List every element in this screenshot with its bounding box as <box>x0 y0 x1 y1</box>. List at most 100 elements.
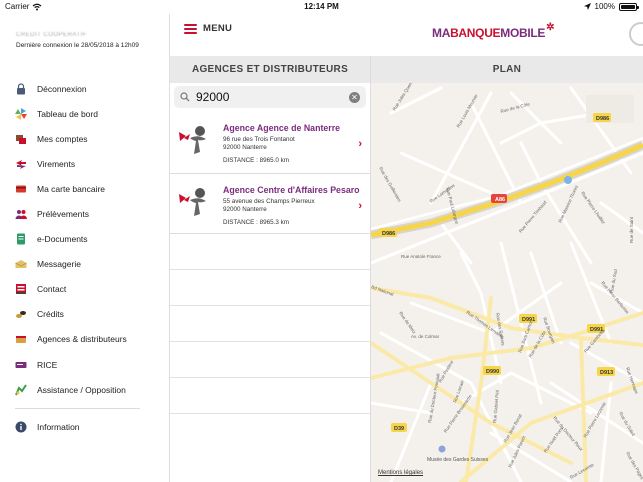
sidebar-item-mes-comptes[interactable]: Mes comptes <box>0 126 169 151</box>
sidebar-item-label: Virements <box>37 158 76 169</box>
legal-link[interactable]: Mentions légales <box>378 470 423 476</box>
agency-distance: DISTANCE : 8965.0 km <box>223 157 290 164</box>
museum-label: Musée des Gardes Suisses <box>427 457 489 463</box>
sidebar: CREDIT COOPERATIF Dernière connexion le … <box>0 14 170 482</box>
top-header: MENU MA BANQUE MOBILE ✲ <box>170 14 643 56</box>
sidebar-item-label: Tableau de bord <box>37 108 98 119</box>
agency-city: 92000 Nanterre <box>223 144 267 151</box>
sidebar-item-label: Mes comptes <box>37 133 88 144</box>
people-icon <box>15 210 27 220</box>
document-icon <box>17 233 25 245</box>
search-field: ✕ <box>174 86 366 108</box>
logo-ma: MA <box>432 26 451 40</box>
last-login: Dernière connexion le 28/05/2018 à 12h09 <box>16 42 139 49</box>
coins-icon <box>16 311 26 319</box>
svg-text:D913: D913 <box>600 370 613 376</box>
agency-address: 55 avenue des Champs Pierreux <box>223 198 315 205</box>
sidebar-item-prelevements[interactable]: Prélèvements <box>0 201 169 226</box>
agency-list-panel: AGENCES ET DISTRIBUTEURS ✕ Agence Agence… <box>170 56 371 482</box>
search-input[interactable] <box>196 90 336 104</box>
logo-star-icon: ✲ <box>546 22 555 33</box>
sidebar-item-contact[interactable]: Contact <box>0 277 169 302</box>
status-bar: Carrier 12:14 PM 100% <box>0 0 643 14</box>
empty-row <box>170 270 370 306</box>
sidebar-item-assistance-opposition[interactable]: Assistance / Opposition <box>0 377 169 402</box>
sidebar-item-label: Assistance / Opposition <box>37 384 126 395</box>
agency-list-item[interactable]: Agence Agence de Nanterre 96 rue des Tro… <box>170 116 370 174</box>
svg-text:Av. de Colmar: Av. de Colmar <box>411 334 440 339</box>
card-icon <box>16 185 26 193</box>
svg-text:D986: D986 <box>596 116 609 122</box>
map-panel-title: PLAN <box>371 56 643 83</box>
agency-name: Agence Centre d'Affaires Pesaro <box>223 185 360 195</box>
sidebar-item-label: Déconnexion <box>37 83 87 94</box>
agency-address: 96 rue des Trois Fontanot <box>223 136 295 143</box>
clear-search-icon[interactable]: ✕ <box>349 91 360 103</box>
map-panel: PLAN D986 A86 D986 D991 D991 D990 D913 D… <box>371 56 643 482</box>
agency-logo-icon <box>179 188 206 216</box>
accounts-icon <box>16 134 26 144</box>
empty-row <box>170 234 370 270</box>
svg-text:D39: D39 <box>394 426 404 432</box>
sidebar-item-information[interactable]: Information <box>0 414 169 439</box>
svg-text:D986: D986 <box>382 231 395 237</box>
info-icon <box>15 421 27 433</box>
partial-circle-button[interactable] <box>629 22 643 46</box>
battery-percent: 100% <box>594 2 615 11</box>
profile-name: CREDIT COOPERATIF <box>16 32 87 38</box>
sidebar-item-virements[interactable]: Virements <box>0 151 169 176</box>
sidebar-item-agences-distributeurs[interactable]: Agences & distributeurs <box>0 327 169 352</box>
list-panel-title: AGENCES ET DISTRIBUTEURS <box>170 56 370 83</box>
transfer-icon <box>16 159 26 169</box>
envelope-icon <box>15 260 27 269</box>
sidebar-item-label: Contact <box>37 284 67 295</box>
agency-list: Agence Agence de Nanterre 96 rue des Tro… <box>170 116 370 234</box>
sidebar-item-label: Prélèvements <box>37 209 89 220</box>
empty-row <box>170 342 370 378</box>
agency-logo-icon <box>179 126 206 154</box>
sidebar-item-rice[interactable]: RICE <box>0 352 169 377</box>
status-right: 100% <box>583 2 639 11</box>
map-view[interactable]: D986 A86 D986 D991 D991 D990 D913 D39 Ru… <box>371 83 643 482</box>
battery-icon <box>619 2 639 11</box>
sidebar-item-label: Information <box>37 421 80 432</box>
sidebar-item-label: Ma carte bancaire <box>37 183 106 194</box>
sidebar-item-deconnexion[interactable]: Déconnexion <box>0 76 169 101</box>
assistance-icon <box>15 384 27 396</box>
brand-logo: MA BANQUE MOBILE ✲ <box>432 22 555 40</box>
sidebar-item-label: Crédits <box>37 309 64 320</box>
agency-city: 92000 Nanterre <box>223 206 267 213</box>
sidebar-item-ma-carte-bancaire[interactable]: Ma carte bancaire <box>0 176 169 201</box>
contact-icon <box>16 284 26 295</box>
sidebar-item-label: Messagerie <box>37 259 81 270</box>
menu-label: MENU <box>203 23 233 34</box>
chevron-right-icon: › <box>358 200 362 212</box>
lock-icon <box>17 82 25 95</box>
svg-text:Rue de Saint: Rue de Saint <box>629 216 634 243</box>
sidebar-item-tableau-de-bord[interactable]: Tableau de bord <box>0 101 169 126</box>
svg-text:A86: A86 <box>495 197 505 203</box>
agency-name: Agence Agence de Nanterre <box>223 123 341 133</box>
sidebar-menu: Déconnexion Tableau de bord Mes comptes … <box>0 76 169 402</box>
wallet-icon <box>16 336 26 344</box>
search-icon <box>180 92 190 102</box>
pinwheel-icon <box>15 107 27 120</box>
agency-list-item[interactable]: Agence Centre d'Affaires Pesaro 55 avenu… <box>170 174 370 234</box>
profile-block: CREDIT COOPERATIF Dernière connexion le … <box>0 14 169 70</box>
sidebar-item-e-documents[interactable]: e-Documents <box>0 227 169 252</box>
hamburger-icon <box>184 23 197 34</box>
empty-row <box>170 306 370 342</box>
sidebar-item-label: Agences & distributeurs <box>37 334 127 345</box>
sidebar-divider <box>15 408 140 410</box>
sidebar-item-label: RICE <box>37 359 58 370</box>
rib-icon <box>15 361 27 368</box>
status-time: 12:14 PM <box>304 2 339 11</box>
menu-button[interactable]: MENU <box>184 23 232 34</box>
sidebar-item-credits[interactable]: Crédits <box>0 302 169 327</box>
sidebar-item-messagerie[interactable]: Messagerie <box>0 252 169 277</box>
search-bar: ✕ <box>170 83 370 113</box>
chevron-right-icon: › <box>358 138 362 150</box>
logo-banque: BANQUE <box>450 26 501 40</box>
location-arrow-icon <box>583 3 591 10</box>
svg-text:Rue Anatole France: Rue Anatole France <box>401 254 441 259</box>
